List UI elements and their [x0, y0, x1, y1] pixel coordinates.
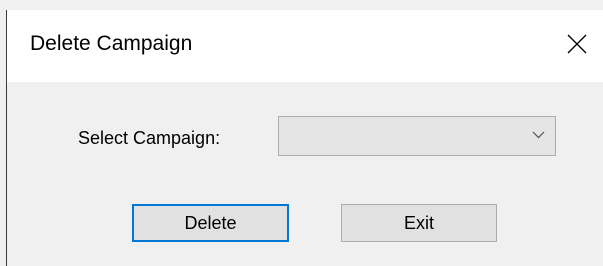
close-button[interactable]	[554, 24, 600, 64]
campaign-dropdown[interactable]	[278, 116, 556, 156]
select-campaign-label: Select Campaign:	[78, 128, 221, 148]
exit-button[interactable]: Exit	[341, 204, 497, 242]
dialog-body	[7, 82, 603, 266]
close-icon	[567, 34, 587, 54]
chevron-down-icon	[532, 131, 545, 139]
delete-campaign-dialog: Delete Campaign Select Campaign: Delete …	[0, 0, 603, 266]
delete-button[interactable]: Delete	[132, 204, 289, 242]
title-bar: Delete Campaign	[7, 10, 603, 82]
window-title: Delete Campaign	[30, 32, 193, 55]
